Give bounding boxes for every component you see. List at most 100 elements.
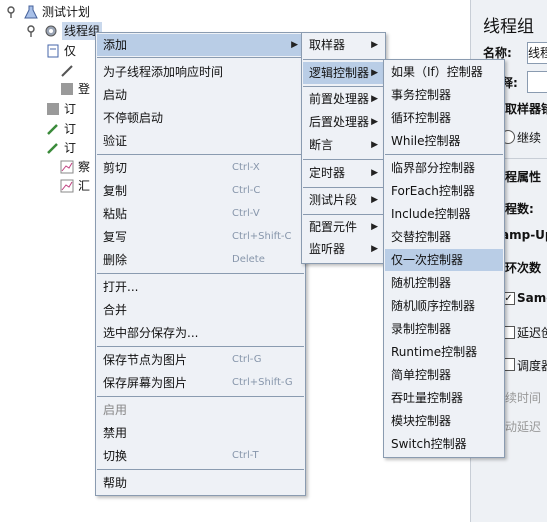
menu-item-sampler[interactable]: 取样器 ▶ bbox=[303, 34, 384, 56]
tree-node[interactable]: 仅 bbox=[46, 42, 76, 60]
menu-item-assertions[interactable]: 断言 ▶ bbox=[303, 134, 384, 156]
menu-item-cut[interactable]: 剪切 Ctrl-X bbox=[97, 157, 304, 179]
menu-item-disable[interactable]: 禁用 bbox=[97, 422, 304, 444]
menu-item-logic-controller[interactable]: 逻辑控制器 ▶ bbox=[303, 62, 384, 84]
menu-item-random-controller[interactable]: 随机控制器 bbox=[385, 272, 503, 294]
menu-item-label: 禁用 bbox=[103, 426, 128, 440]
menu-item-start[interactable]: 启动 bbox=[97, 84, 304, 106]
accelerator: Ctrl+Shift-C bbox=[232, 231, 292, 242]
pipette-icon bbox=[47, 124, 58, 135]
tree-node-label: 仅 bbox=[64, 44, 77, 58]
submenu-arrow-icon: ▶ bbox=[371, 68, 378, 78]
menu-item-label: 选中部分保存为... bbox=[103, 326, 199, 340]
menu-item-recording-controller[interactable]: 录制控制器 bbox=[385, 318, 503, 340]
gear-icon bbox=[45, 25, 57, 37]
menu-item-pre-processors[interactable]: 前置处理器 ▶ bbox=[303, 88, 384, 110]
menu-item-label: 随机控制器 bbox=[391, 276, 452, 290]
menu-item-merge[interactable]: 合并 bbox=[97, 299, 304, 321]
tree-node[interactable]: 订 bbox=[46, 100, 76, 118]
menu-item-label: 合并 bbox=[103, 303, 128, 317]
thread-props-label: 程属性 bbox=[505, 170, 542, 184]
thread-count-label: 程数: bbox=[505, 202, 534, 216]
menu-item-interleave-controller[interactable]: 交替控制器 bbox=[385, 226, 503, 248]
tree-node-test-plan[interactable]: 测试计划 bbox=[6, 3, 90, 21]
menu-item-module-controller[interactable]: 模块控制器 bbox=[385, 410, 503, 432]
tree-node[interactable]: 订 bbox=[46, 120, 76, 138]
menu-item-save-node-image[interactable]: 保存节点为图片 Ctrl-G bbox=[97, 349, 304, 371]
name-field[interactable]: 线程 bbox=[527, 42, 547, 64]
tree-node[interactable]: 登 bbox=[60, 80, 90, 98]
submenu-arrow-icon: ▶ bbox=[371, 140, 378, 150]
menu-item-copy[interactable]: 复制 Ctrl-C bbox=[97, 180, 304, 202]
menu-item-runtime-controller[interactable]: Runtime控制器 bbox=[385, 341, 503, 363]
accelerator: Ctrl-T bbox=[232, 450, 259, 461]
pin-icon bbox=[7, 6, 15, 18]
menu-item-save-screen-image[interactable]: 保存屏幕为图片 Ctrl+Shift-G bbox=[97, 372, 304, 394]
menu-item-start-no-pause[interactable]: 不停顿启动 bbox=[97, 107, 304, 129]
menu-item-add-think-time[interactable]: 为子线程添加响应时间 bbox=[97, 61, 304, 83]
menu-item-enable[interactable]: 启用 bbox=[97, 399, 304, 421]
menu-item-label: 监听器 bbox=[309, 242, 346, 256]
menu-item-label: 复写 bbox=[103, 230, 128, 244]
sampler-icon bbox=[47, 103, 59, 115]
ramp-up-label: amp-Up bbox=[501, 228, 547, 242]
menu-item-open[interactable]: 打开... bbox=[97, 276, 304, 298]
menu-item-transaction-controller[interactable]: 事务控制器 bbox=[385, 84, 503, 106]
menu-item-label: ForEach控制器 bbox=[391, 184, 475, 198]
menu-item-label: 逻辑控制器 bbox=[309, 66, 370, 80]
menu-item-label: 吞吐量控制器 bbox=[391, 391, 464, 405]
controller-icon bbox=[47, 44, 59, 58]
submenu-arrow-icon: ▶ bbox=[371, 168, 378, 178]
menu-item-label: 验证 bbox=[103, 134, 128, 148]
accelerator: Ctrl-C bbox=[232, 185, 261, 196]
menu-separator bbox=[303, 214, 384, 215]
menu-item-throughput-controller[interactable]: 吞吐量控制器 bbox=[385, 387, 503, 409]
menu-item-post-processors[interactable]: 后置处理器 ▶ bbox=[303, 111, 384, 133]
continue-label: 继续 bbox=[517, 131, 542, 145]
menu-item-random-order-controller[interactable]: 随机顺序控制器 bbox=[385, 295, 503, 317]
menu-item-loop-controller[interactable]: 循环控制器 bbox=[385, 107, 503, 129]
tree-node[interactable] bbox=[60, 62, 74, 80]
context-menu: 添加 ▶ 为子线程添加响应时间 启动 不停顿启动 验证 剪切 Ctrl-X 复制 Ct… bbox=[95, 32, 306, 496]
submenu-arrow-icon: ▶ bbox=[371, 94, 378, 104]
menu-item-help[interactable]: 帮助 bbox=[97, 472, 304, 494]
menu-item-switch-controller[interactable]: Switch控制器 bbox=[385, 433, 503, 455]
menu-item-timer[interactable]: 定时器 ▶ bbox=[303, 162, 384, 184]
menu-item-simple-controller[interactable]: 简单控制器 bbox=[385, 364, 503, 386]
comment-field[interactable] bbox=[527, 71, 547, 93]
menu-separator bbox=[303, 59, 384, 60]
tree-node-thread-group[interactable]: 线程组 bbox=[26, 22, 103, 40]
menu-item-duplicate[interactable]: 复写 Ctrl+Shift-C bbox=[97, 226, 304, 248]
test-plan-label: 测试计划 bbox=[42, 5, 91, 19]
menu-item-label: 录制控制器 bbox=[391, 322, 452, 336]
menu-item-while-controller[interactable]: While控制器 bbox=[385, 130, 503, 152]
submenu-arrow-icon: ▶ bbox=[371, 195, 378, 205]
menu-item-save-selection[interactable]: 选中部分保存为... bbox=[97, 322, 304, 344]
menu-separator bbox=[97, 346, 304, 347]
accelerator: Ctrl+Shift-G bbox=[232, 377, 293, 388]
menu-item-critical-section-controller[interactable]: 临界部分控制器 bbox=[385, 157, 503, 179]
panel-title: 线程组 bbox=[483, 17, 534, 37]
menu-item-if-controller[interactable]: 如果（If）控制器 bbox=[385, 61, 503, 83]
menu-item-test-fragment[interactable]: 测试片段 ▶ bbox=[303, 189, 384, 211]
menu-item-toggle[interactable]: 切换 Ctrl-T bbox=[97, 445, 304, 467]
menu-item-add[interactable]: 添加 ▶ bbox=[97, 34, 304, 56]
menu-item-listener[interactable]: 监听器 ▶ bbox=[303, 238, 384, 260]
menu-item-remove[interactable]: 删除 Delete bbox=[97, 249, 304, 271]
menu-item-label: Switch控制器 bbox=[391, 437, 467, 451]
menu-item-include-controller[interactable]: Include控制器 bbox=[385, 203, 503, 225]
menu-item-foreach-controller[interactable]: ForEach控制器 bbox=[385, 180, 503, 202]
menu-item-label: 为子线程添加响应时间 bbox=[103, 65, 224, 79]
tree-node-label: 察 bbox=[78, 160, 91, 174]
menu-item-paste[interactable]: 粘贴 Ctrl-V bbox=[97, 203, 304, 225]
tree-node[interactable]: 汇 bbox=[60, 177, 90, 195]
menu-item-validate[interactable]: 验证 bbox=[97, 130, 304, 152]
menu-item-config-element[interactable]: 配置元件 ▶ bbox=[303, 216, 384, 238]
sampler-icon bbox=[61, 83, 73, 95]
menu-item-label: 剪切 bbox=[103, 161, 128, 175]
tree-node[interactable]: 订 bbox=[46, 139, 76, 157]
tree-node[interactable]: 察 bbox=[60, 158, 90, 176]
accelerator: Delete bbox=[232, 254, 265, 265]
pin-icon bbox=[27, 25, 35, 37]
menu-item-once-only-controller[interactable]: 仅一次控制器 bbox=[385, 249, 503, 271]
